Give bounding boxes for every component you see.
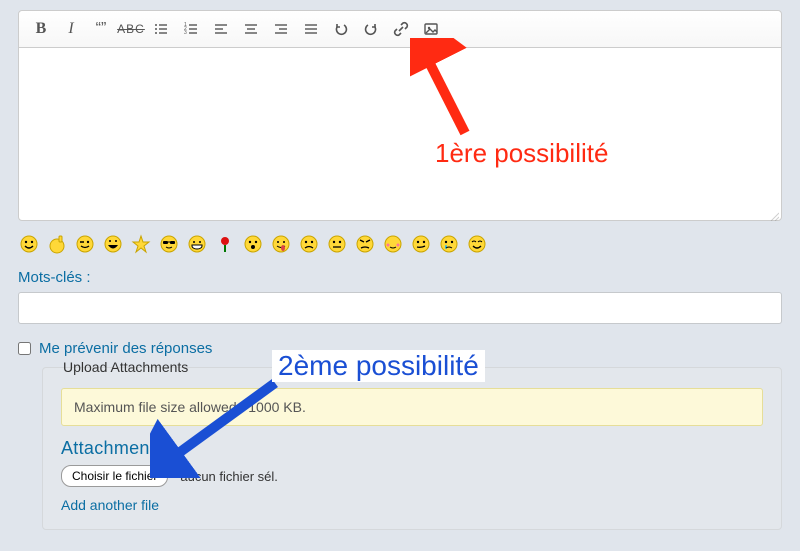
choose-file-button[interactable]: Choisir le fichier <box>61 465 168 487</box>
align-right-button[interactable] <box>267 17 295 41</box>
attachments-heading: Attachments <box>61 438 763 459</box>
editor-toolbar: B I “” ABC 123 <box>19 11 781 48</box>
strikethrough-button[interactable]: ABC <box>117 17 145 41</box>
notify-checkbox[interactable] <box>18 342 31 355</box>
keywords-input[interactable] <box>18 292 782 324</box>
unordered-list-button[interactable] <box>147 17 175 41</box>
emoji-blush[interactable] <box>382 233 404 255</box>
emoji-sad[interactable] <box>298 233 320 255</box>
add-another-file-link[interactable]: Add another file <box>61 497 159 513</box>
emoji-laugh[interactable] <box>102 233 124 255</box>
emoji-rose[interactable] <box>214 233 236 255</box>
emoji-star[interactable] <box>130 233 152 255</box>
resize-handle-icon[interactable] <box>769 208 779 218</box>
emoji-picker <box>18 233 782 255</box>
ordered-list-button[interactable]: 123 <box>177 17 205 41</box>
svg-text:3: 3 <box>184 30 187 36</box>
quote-button[interactable]: “” <box>87 17 115 41</box>
file-chooser-row: Choisir le fichier aucun fichier sél. <box>61 465 763 487</box>
emoji-wink[interactable] <box>74 233 96 255</box>
emoji-happy[interactable] <box>466 233 488 255</box>
link-button[interactable] <box>387 17 415 41</box>
bold-button[interactable]: B <box>27 17 55 41</box>
redo-button[interactable] <box>357 17 385 41</box>
align-center-button[interactable] <box>237 17 265 41</box>
editor-textarea[interactable] <box>19 48 781 220</box>
file-chooser-status: aucun fichier sél. <box>180 469 278 484</box>
max-filesize-notice: Maximum file size allowed : 1000 KB. <box>61 388 763 426</box>
keywords-label: Mots-clés : <box>18 269 782 286</box>
align-justify-button[interactable] <box>297 17 325 41</box>
emoji-confused[interactable] <box>410 233 432 255</box>
emoji-smile[interactable] <box>18 233 40 255</box>
align-left-button[interactable] <box>207 17 235 41</box>
undo-button[interactable] <box>327 17 355 41</box>
emoji-neutral[interactable] <box>326 233 348 255</box>
upload-legend: Upload Attachments <box>57 359 194 375</box>
emoji-grin[interactable] <box>186 233 208 255</box>
image-button[interactable] <box>417 17 445 41</box>
notify-row: Me prévenir des réponses <box>18 340 782 357</box>
emoji-cry[interactable] <box>438 233 460 255</box>
emoji-cool[interactable] <box>158 233 180 255</box>
italic-button[interactable]: I <box>57 17 85 41</box>
notify-label[interactable]: Me prévenir des réponses <box>39 340 212 357</box>
emoji-surprised[interactable] <box>242 233 264 255</box>
upload-attachments-panel: Upload Attachments Maximum file size all… <box>42 367 782 530</box>
emoji-angry[interactable] <box>354 233 376 255</box>
emoji-thumbup[interactable] <box>46 233 68 255</box>
editor-card: B I “” ABC 123 <box>18 10 782 221</box>
emoji-tongue[interactable] <box>270 233 292 255</box>
